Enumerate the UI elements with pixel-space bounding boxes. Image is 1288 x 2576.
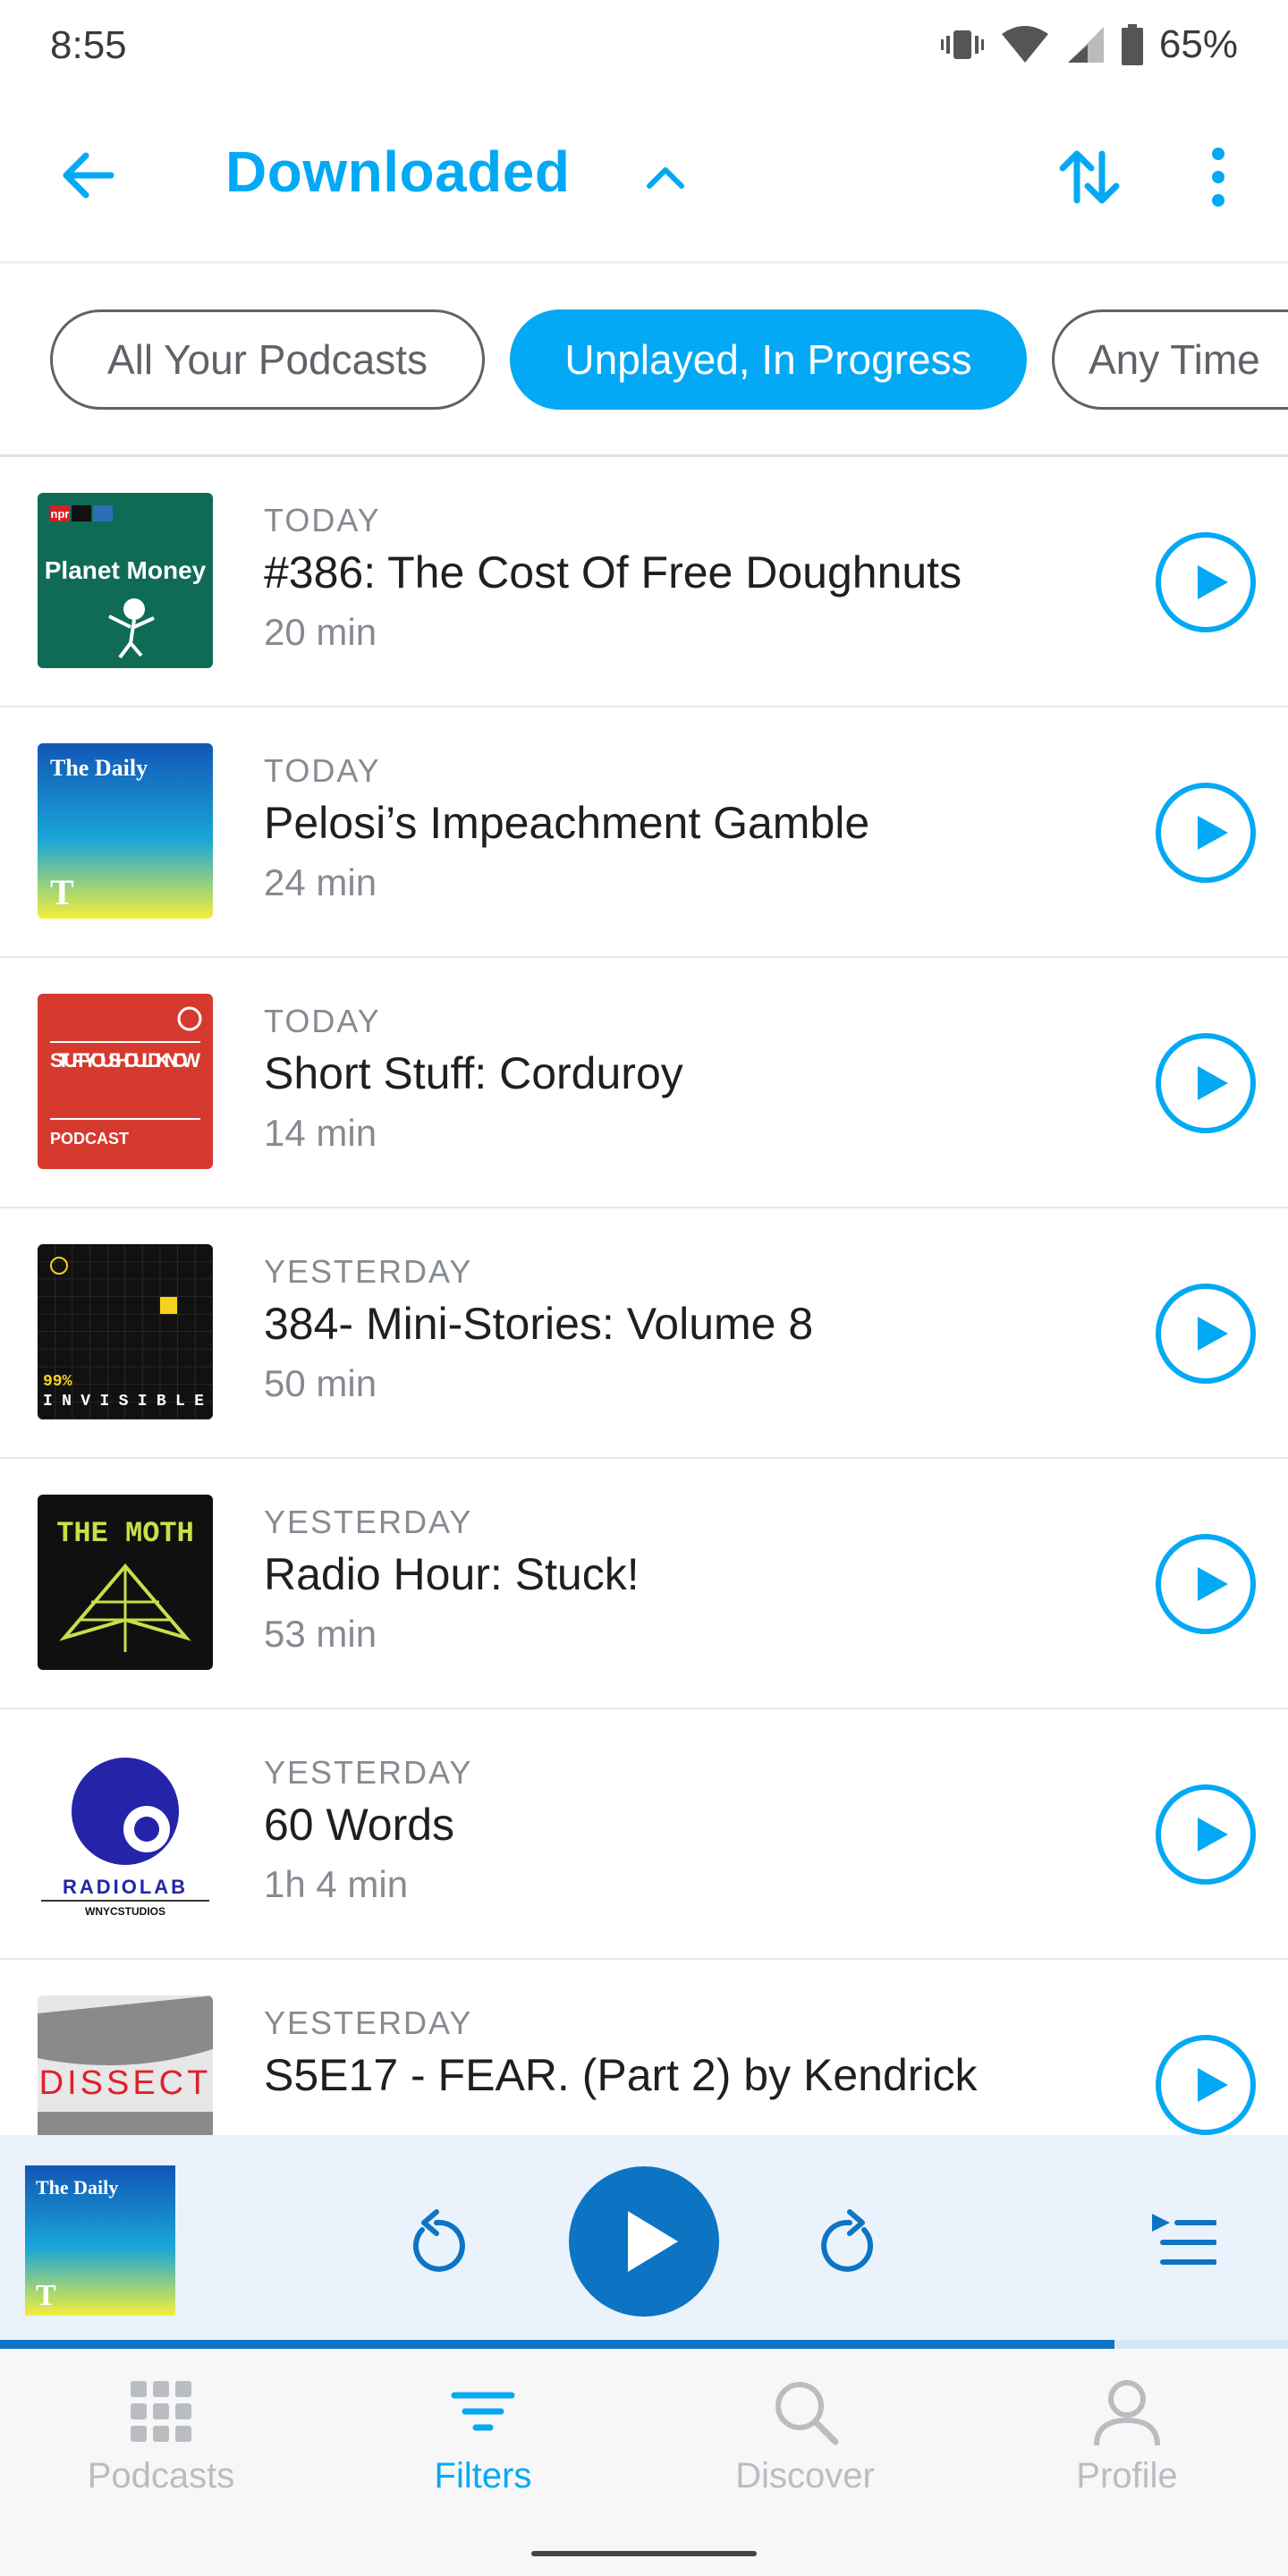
episode-row[interactable]: RADIOLAB WNYCSTUDIOS YESTERDAY 60 Words … [0, 1709, 1288, 1960]
play-button[interactable] [1156, 532, 1256, 632]
nav-profile[interactable]: Profile [966, 2376, 1288, 2528]
queue-icon[interactable] [1150, 2210, 1216, 2269]
episode-title: Pelosi’s Impeachment Gamble [264, 798, 870, 848]
nav-label: Podcasts [87, 2456, 235, 2496]
chip-unplayed-in-progress[interactable]: Unplayed, In Progress [510, 309, 1027, 410]
art-brand: npr [51, 507, 70, 521]
episode-date: YESTERDAY [264, 2004, 473, 2041]
art-subtitle: PODCAST [50, 1130, 129, 1148]
episode-date: TODAY [264, 502, 381, 538]
podcast-artwork: The Daily T [38, 743, 213, 919]
playback-progress-fill [0, 2340, 1114, 2349]
bottom-navigation: Podcasts Filters Discover Profile [0, 2349, 1288, 2576]
art-title: Planet Money [45, 556, 207, 584]
podcast-artwork: THE MOTH [38, 1495, 213, 1670]
podcast-artwork: RADIOLAB WNYCSTUDIOS [38, 1745, 213, 1920]
nav-podcasts[interactable]: Podcasts [0, 2376, 322, 2528]
art-pct: 99% [43, 1373, 72, 1391]
episode-title: 60 Words [264, 1800, 455, 1850]
episode-row[interactable]: npr Planet Money TODAY #386: The Cost Of… [0, 457, 1288, 708]
episode-row[interactable]: DISSECT YESTERDAY S5E17 - FEAR. (Part 2)… [0, 1960, 1288, 2135]
search-icon [775, 2382, 839, 2445]
episode-date: YESTERDAY [264, 1754, 473, 1791]
episode-duration: 20 min [264, 611, 377, 653]
sort-icon[interactable] [1054, 141, 1125, 213]
episode-duration: 24 min [264, 861, 377, 903]
nav-label: Discover [735, 2456, 875, 2496]
filter-chips: All Your Podcasts Unplayed, In Progress … [0, 265, 1288, 454]
episode-date: TODAY [264, 752, 381, 789]
podcast-artwork: 99% INVISIBLE [38, 1244, 213, 1419]
art-title: INVISIBLE [43, 1393, 204, 1411]
page-title[interactable]: Downloaded [225, 139, 570, 205]
episode-duration: 1h 4 min [264, 1863, 409, 1905]
signal-icon [1067, 27, 1104, 63]
person-icon [1094, 2380, 1160, 2446]
playback-progress[interactable] [0, 2340, 1288, 2349]
episode-row[interactable]: The Daily T TODAY Pelosi’s Impeachment G… [0, 708, 1288, 958]
art-title: STUFF YOU SHOULD KNOW [50, 1049, 200, 1072]
podcast-artwork: STUFF YOU SHOULD KNOW PODCAST [38, 994, 213, 1169]
more-vert-icon[interactable] [1195, 141, 1241, 213]
episode-row[interactable]: THE MOTH YESTERDAY Radio Hour: Stuck! 53… [0, 1459, 1288, 1709]
now-playing-artwork[interactable]: The Daily T [25, 2165, 175, 2316]
episode-duration: 50 min [264, 1362, 377, 1404]
chip-all-your-podcasts[interactable]: All Your Podcasts [50, 309, 485, 410]
art-title: The Daily [50, 755, 148, 781]
screen: 8:55 65% Downloaded All Your Podcasts Un… [0, 0, 1288, 2576]
back-arrow-icon[interactable] [55, 143, 120, 208]
play-button[interactable] [1156, 1784, 1256, 1885]
episode-list: npr Planet Money TODAY #386: The Cost Of… [0, 457, 1288, 2135]
play-button[interactable] [1156, 2035, 1256, 2135]
nav-label: Filters [434, 2456, 532, 2496]
chip-any-time[interactable]: Any Time [1052, 309, 1288, 410]
rewind-icon[interactable] [404, 2203, 469, 2275]
episode-duration: 14 min [264, 1112, 377, 1154]
svg-text:T: T [36, 2279, 56, 2312]
art-title: THE MOTH [56, 1517, 194, 1550]
filter-icon [451, 2392, 515, 2431]
fast-forward-icon[interactable] [818, 2203, 882, 2275]
app-header: Downloaded [0, 89, 1288, 263]
play-button[interactable] [1156, 1284, 1256, 1384]
episode-title: 384- Mini-Stories: Volume 8 [264, 1299, 814, 1349]
battery-icon [1121, 24, 1143, 65]
episode-date: YESTERDAY [264, 1253, 473, 1290]
episode-title: #386: The Cost Of Free Doughnuts [264, 547, 962, 597]
play-button[interactable] [1156, 1033, 1256, 1133]
nav-label: Profile [1076, 2456, 1178, 2496]
vibrate-icon [940, 30, 984, 59]
nav-discover[interactable]: Discover [644, 2376, 966, 2528]
play-button[interactable] [1156, 1534, 1256, 1634]
chevron-up-icon[interactable] [642, 154, 689, 200]
status-icons: 65% [940, 20, 1238, 70]
podcast-artwork: DISSECT [38, 1996, 213, 2135]
episode-duration: 53 min [264, 1613, 377, 1655]
episode-row[interactable]: STUFF YOU SHOULD KNOW PODCAST TODAY Shor… [0, 958, 1288, 1208]
episode-row[interactable]: 99% INVISIBLE YESTERDAY 384- Mini-Storie… [0, 1208, 1288, 1459]
episode-date: TODAY [264, 1003, 381, 1039]
wifi-icon [1001, 26, 1048, 63]
play-button[interactable] [1156, 783, 1256, 883]
art-subtitle: WNYCSTUDIOS [85, 1905, 165, 1918]
episode-title: Radio Hour: Stuck! [264, 1549, 640, 1599]
status-time: 8:55 [50, 23, 127, 67]
play-pause-button[interactable] [569, 2166, 719, 2317]
episode-title: Short Stuff: Corduroy [264, 1048, 683, 1098]
mini-player: The Daily T [0, 2135, 1288, 2344]
now-playing-title: The Daily [36, 2176, 118, 2199]
nav-filters[interactable]: Filters [322, 2376, 644, 2528]
home-indicator [531, 2551, 757, 2556]
art-title: RADIOLAB [63, 1876, 188, 1898]
episode-date: YESTERDAY [264, 1504, 473, 1540]
episode-title: S5E17 - FEAR. (Part 2) by Kendrick [264, 2050, 978, 2100]
status-bar: 8:55 65% [0, 0, 1288, 89]
battery-percentage: 65% [1158, 22, 1238, 66]
art-title: DISSECT [39, 2064, 212, 2102]
podcast-artwork: npr Planet Money [38, 493, 213, 668]
grid-icon [131, 2381, 191, 2442]
svg-text:T: T [50, 872, 74, 912]
